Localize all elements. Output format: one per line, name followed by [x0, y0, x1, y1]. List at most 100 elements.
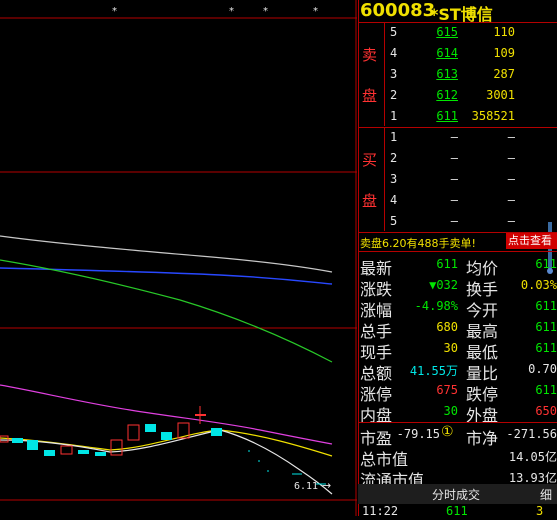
marker-star: * [112, 6, 117, 17]
bid-row[interactable]: 2 – – [358, 148, 557, 169]
ma-line-green [0, 259, 333, 363]
candle [60, 445, 73, 455]
candles [0, 406, 326, 485]
ticks-detail-tab[interactable]: 细 [540, 486, 552, 503]
candle [78, 450, 89, 454]
ask-row[interactable]: 5 615 110 [358, 22, 557, 43]
ticks-title: 分时成交 [432, 488, 481, 502]
bid-volume: – [507, 193, 515, 207]
bid-row[interactable]: 3 – – [358, 169, 557, 190]
ask-level: 3 [390, 67, 398, 81]
bid-row[interactable]: 4 – – [358, 190, 557, 211]
low-value: 611 [535, 341, 557, 355]
bid-level: 5 [390, 214, 398, 228]
ask-price: 613 [436, 67, 458, 81]
outer-value: 650 [535, 404, 557, 418]
ask-level: 5 [390, 25, 398, 39]
bid-level: 2 [390, 151, 398, 165]
bid-volume: – [507, 130, 515, 144]
bid-level: 1 [390, 130, 398, 144]
pe-value: -79.15 [396, 427, 440, 441]
quote-panel: 600083 *ST博信 卖 盘 5 615 110 4 614 109 3 6… [358, 0, 557, 518]
ask-row[interactable]: 3 613 287 [358, 64, 557, 85]
ticks-header[interactable]: 分时成交 细 [358, 484, 557, 504]
limit-up-value: 675 [436, 383, 458, 397]
mcap-value: 14.05亿 [508, 450, 557, 464]
candle [211, 428, 222, 436]
ask-volume: 3001 [486, 88, 515, 102]
tick-row[interactable]: 11:22 611 3 [358, 504, 557, 518]
ask-level: 1 [390, 109, 398, 123]
bid-price: – [450, 172, 458, 186]
amount-value: 41.55万 [409, 364, 458, 378]
bid-row[interactable]: 1 – – [358, 127, 557, 148]
candle [127, 424, 140, 441]
marker-star: * [263, 6, 268, 17]
pb-value: -271.56 [506, 427, 557, 441]
candle [44, 450, 55, 456]
bid-level: 3 [390, 172, 398, 186]
ask-row[interactable]: 4 614 109 [358, 43, 557, 64]
avg-price: 611 [535, 257, 557, 271]
limit-down-value: 611 [535, 383, 557, 397]
bid-volume: – [507, 214, 515, 228]
ask-level: 4 [390, 46, 398, 60]
ask-level: 2 [390, 88, 398, 102]
high-value: 611 [535, 320, 557, 334]
stock-code: 600083 [360, 0, 436, 21]
notice-count: 488 [417, 237, 439, 250]
ma-line-gray [0, 235, 333, 273]
ma-line-blue [0, 267, 333, 285]
candle [161, 432, 172, 440]
candle [12, 438, 23, 443]
view-details-button[interactable]: 点击查看 [506, 233, 557, 249]
bid-level: 4 [390, 193, 398, 207]
ask-price: 612 [436, 88, 458, 102]
ask-price: 611 [436, 109, 458, 123]
turnover-value: 0.03% [520, 278, 557, 292]
ask-row[interactable]: 1 611 358521 [358, 106, 557, 127]
bid-row[interactable]: 5 – – [358, 211, 557, 232]
info-circle-icon[interactable]: ① [441, 424, 454, 440]
marker-star: * [229, 6, 234, 17]
current-value: 30 [443, 341, 458, 355]
ask-volume: 110 [493, 25, 515, 39]
pct-value: -4.98% [414, 299, 458, 313]
ask-price: 614 [436, 46, 458, 60]
bid-price: – [450, 214, 458, 228]
ask-row[interactable]: 2 612 3001 [358, 85, 557, 106]
candle [0, 435, 9, 443]
latest-price: 611 [436, 257, 458, 271]
candle [110, 439, 123, 456]
bid-volume: – [507, 172, 515, 186]
bid-price: – [450, 193, 458, 207]
big-order-notice: 卖盘6.20有488手卖单! [360, 235, 476, 251]
volume-value: 680 [436, 320, 458, 334]
ratio-value: 0.70 [528, 362, 557, 376]
date-label: 6.11 [294, 481, 319, 492]
inner-value: 30 [443, 404, 458, 418]
bid-price: – [450, 130, 458, 144]
divider [358, 422, 557, 423]
kline-chart[interactable]: * * * * 6.11 → [0, 0, 357, 516]
bid-volume: – [507, 151, 515, 165]
ask-volume: 358521 [471, 109, 515, 123]
change-value: ▼032 [429, 278, 458, 292]
ask-price: 615 [436, 25, 458, 39]
candle [195, 414, 206, 416]
pb-label: 市净 [466, 431, 499, 448]
candle [95, 452, 106, 456]
divider [358, 251, 557, 252]
ask-volume: 287 [493, 67, 515, 81]
marker-star: * [313, 6, 318, 17]
notice-price: 6.20 [382, 237, 407, 250]
candle [145, 424, 156, 432]
kline-chart-svg [0, 0, 357, 516]
bid-price: – [450, 151, 458, 165]
notice-text: 手卖单! [438, 237, 476, 250]
ask-volume: 109 [493, 46, 515, 60]
notice-text: 卖盘 [360, 237, 382, 250]
notice-text: 有 [406, 237, 418, 250]
open-value: 611 [535, 299, 557, 313]
candle [27, 440, 38, 450]
